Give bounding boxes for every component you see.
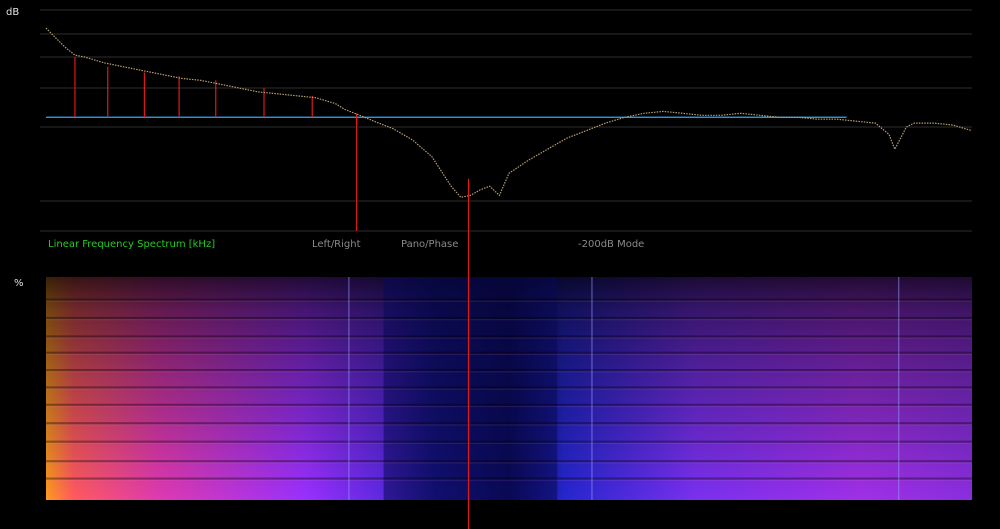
mode-left-right[interactable]: Left/Right bbox=[312, 239, 361, 250]
band-dark bbox=[46, 351, 972, 354]
band-light bbox=[46, 388, 972, 390]
spectrogram-panel[interactable]: % bbox=[14, 277, 972, 500]
band-light bbox=[46, 319, 972, 321]
band-light bbox=[46, 405, 972, 408]
band-dark bbox=[46, 460, 972, 463]
mode-pano-phase[interactable]: Pano/Phase bbox=[401, 239, 458, 250]
band-light bbox=[46, 424, 972, 426]
band-light bbox=[46, 337, 972, 339]
db-unit-label: dB bbox=[6, 7, 19, 18]
band-dark bbox=[46, 335, 972, 338]
analyzer-display: dB Linear Frequency Spectrum [kHz] Left/… bbox=[0, 0, 1000, 529]
band-light bbox=[46, 442, 972, 444]
band-dark bbox=[46, 368, 972, 372]
band-light bbox=[46, 479, 972, 481]
band-light bbox=[46, 371, 972, 373]
band-light bbox=[46, 300, 972, 302]
x-axis-title: Linear Frequency Spectrum [kHz] bbox=[48, 239, 215, 250]
band-light bbox=[46, 353, 972, 356]
band-light bbox=[46, 462, 972, 464]
band-dark bbox=[46, 386, 972, 389]
percent-unit-label: % bbox=[14, 278, 24, 289]
mode-200db[interactable]: -200dB Mode bbox=[578, 239, 644, 250]
band-dark bbox=[46, 316, 972, 320]
band-dark bbox=[46, 298, 972, 301]
band-dark bbox=[46, 477, 972, 480]
band-dark bbox=[46, 403, 972, 406]
band-dark bbox=[46, 440, 972, 443]
band-dark bbox=[46, 422, 972, 425]
